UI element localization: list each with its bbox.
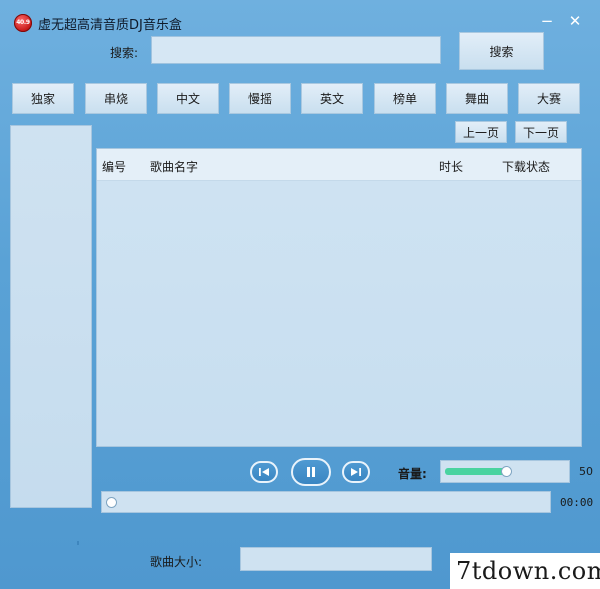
window-title: 虚无超高清音质DJ音乐盒 [38, 18, 182, 33]
site-watermark: 7tdown.com [450, 553, 600, 589]
previous-track-button[interactable] [250, 461, 278, 483]
skip-previous-icon [259, 468, 269, 476]
next-page-button[interactable]: 下一页 [515, 121, 567, 143]
category-button-chinese[interactable]: 中文 [157, 83, 219, 114]
skip-next-icon [351, 468, 361, 476]
playback-progress-slider[interactable] [101, 491, 551, 513]
playback-time: 00:00 [560, 496, 594, 509]
progress-slider-handle[interactable] [106, 497, 117, 508]
song-size-label: 歌曲大小: [150, 555, 203, 569]
column-header-duration[interactable]: 时长 [439, 158, 463, 175]
column-header-number[interactable]: 编号 [102, 158, 126, 175]
left-side-panel [10, 125, 92, 508]
prev-page-button[interactable]: 上一页 [455, 121, 507, 143]
category-button-dance[interactable]: 舞曲 [446, 83, 508, 114]
play-pause-button[interactable] [291, 458, 331, 486]
category-button-charts[interactable]: 榜单 [374, 83, 436, 114]
song-size-field [240, 547, 432, 571]
decorative-mark [77, 541, 79, 545]
volume-label: 音量: [398, 467, 427, 481]
category-button-english[interactable]: 英文 [301, 83, 363, 114]
minimize-button[interactable]: − [538, 12, 556, 30]
search-input[interactable] [151, 36, 441, 64]
volume-value: 50 [579, 465, 593, 478]
category-button-exclusive[interactable]: 独家 [12, 83, 74, 114]
category-button-contest[interactable]: 大赛 [518, 83, 580, 114]
search-label: 搜索: [110, 46, 139, 60]
volume-slider-fill [445, 468, 505, 475]
volume-slider[interactable] [440, 460, 570, 483]
close-button[interactable]: ✕ [566, 12, 584, 30]
table-header: 编号 歌曲名字 时长 下载状态 [97, 149, 581, 181]
pause-icon [307, 467, 315, 477]
column-header-download-status[interactable]: 下载状态 [502, 158, 550, 175]
category-button-medley[interactable]: 串烧 [85, 83, 147, 114]
app-logo-icon: 40.9 [14, 14, 32, 32]
search-button[interactable]: 搜索 [459, 32, 544, 70]
category-button-slow-rock[interactable]: 慢摇 [229, 83, 291, 114]
app-window: 40.9 虚无超高清音质DJ音乐盒 − ✕ 搜索: 搜索 独家 串烧 中文 慢摇… [0, 0, 600, 589]
volume-slider-handle[interactable] [501, 466, 512, 477]
column-header-song-name[interactable]: 歌曲名字 [150, 158, 198, 175]
song-table[interactable]: 编号 歌曲名字 时长 下载状态 [96, 148, 582, 447]
next-track-button[interactable] [342, 461, 370, 483]
